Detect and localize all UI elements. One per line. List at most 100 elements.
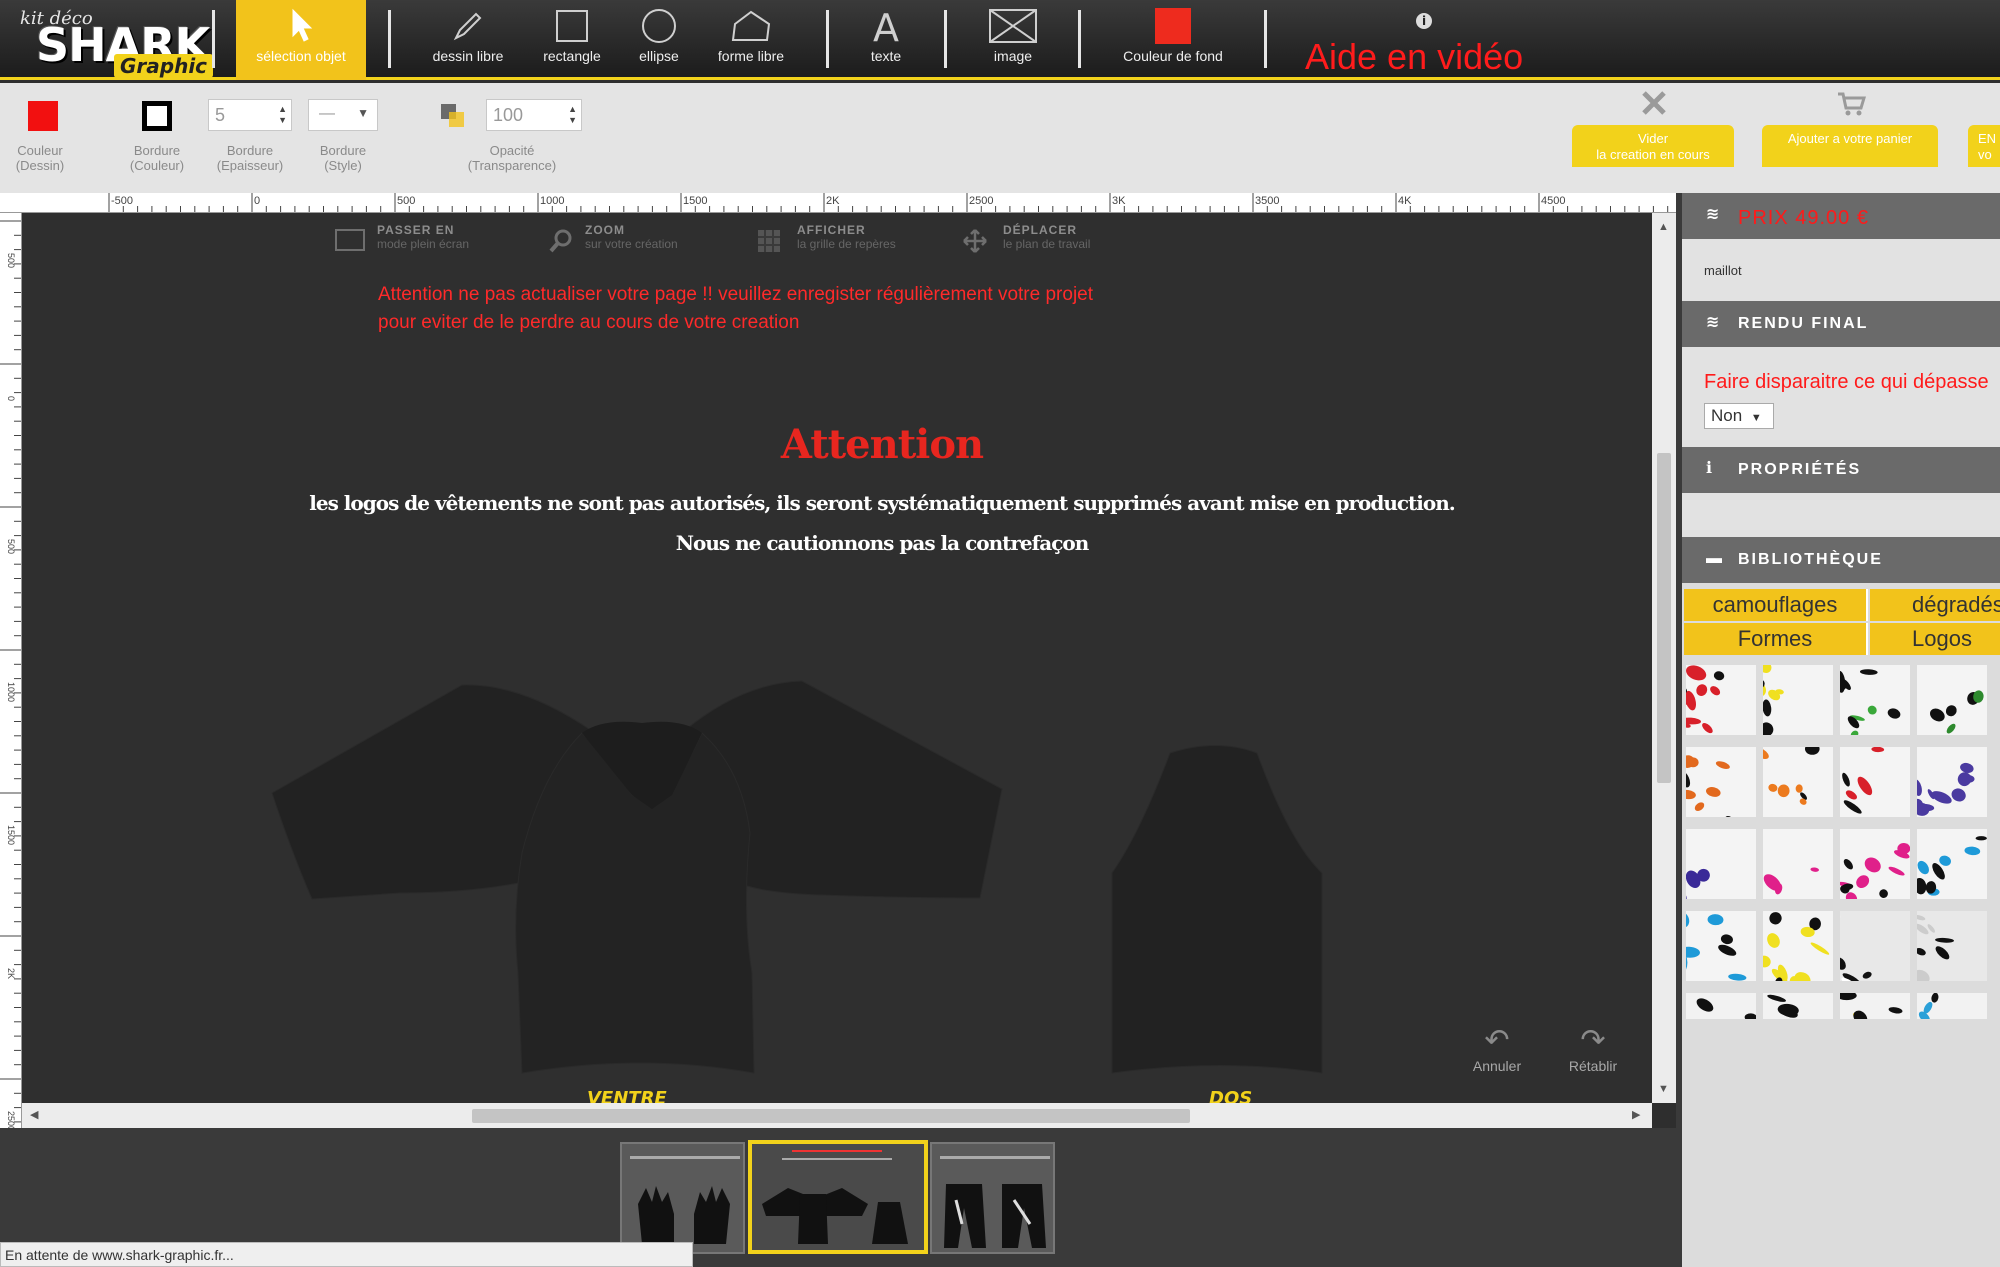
ruler-label: 500 [397,195,415,207]
library-tab-shapes[interactable]: Formes [1684,623,1868,655]
tool-ellipse[interactable]: ellipse [624,0,694,80]
spinner-arrows-icon[interactable]: ▲ ▼ [278,104,287,126]
library-tab-gradients[interactable]: dégradés [1870,589,2000,621]
opacity-input[interactable]: 100 ▲ ▼ [486,99,582,131]
tool-background-color-label: Couleur de fond [1123,48,1223,64]
clear-creation-button[interactable]: Vider la creation en cours [1572,125,1734,167]
price-header: ≋ PRIX 49.00 € [1682,193,2000,239]
redo-button[interactable]: ↷ Rétablir [1558,1023,1628,1074]
properties-title: PROPRIÉTÉS [1738,461,1862,478]
properties-bar: Couleur (Dessin) Bordure (Couleur) 5 ▲ ▼ … [0,83,2000,193]
camouflage-swatch[interactable] [1686,829,1756,899]
thumbnail-gloves[interactable] [620,1142,745,1254]
ruler-label: 0 [254,195,260,207]
tool-select-object[interactable]: sélection objet [236,0,366,80]
rectangle-icon [556,10,588,42]
jersey-preview [762,1150,908,1244]
properties-header[interactable]: ℹ PROPRIÉTÉS [1682,447,2000,493]
help-video-link[interactable]: Aide en vidéo [1305,36,1523,78]
toolbar-divider [944,10,947,68]
ruler-label: 1500 [683,195,707,207]
camouflage-swatch[interactable] [1763,829,1833,899]
horizontal-scroll-thumb[interactable] [472,1109,1190,1123]
camouflage-swatch[interactable] [1917,911,1987,981]
spinner-arrows-icon[interactable]: ▲ ▼ [568,104,577,126]
draw-color-swatch[interactable] [28,101,58,131]
draw-color-label: Couleur (Dessin) [8,143,72,173]
border-thickness-label-line1: Bordure [226,143,274,158]
cart-icon [1838,92,1866,116]
horizontal-scrollbar[interactable]: ◀ ▶ [22,1103,1652,1128]
ruler-label: 2500 [6,1111,16,1128]
camouflage-swatch[interactable] [1840,665,1910,735]
ruler-label: 2500 [969,195,993,207]
camouflage-swatch[interactable] [1840,747,1910,817]
polygon-icon [731,10,771,41]
camouflage-swatch[interactable] [1917,665,1987,735]
tool-freeform[interactable]: forme libre [706,0,796,80]
camouflage-swatch[interactable] [1763,665,1833,735]
undo-button[interactable]: ↶ Annuler [1462,1023,1532,1074]
camouflage-swatch[interactable] [1917,829,1987,899]
thumbnail-pants[interactable] [930,1142,1055,1254]
border-color-swatch[interactable] [142,101,172,131]
border-color-label-line2: (Couleur) [129,158,185,173]
library-tab-camouflages[interactable]: camouflages [1684,589,1868,621]
back-body[interactable] [1111,745,1323,1074]
tool-freehand-label: dessin libre [432,48,504,64]
border-color-label-line1: Bordure [133,143,181,158]
tool-image[interactable]: image [975,0,1051,80]
camouflage-swatch[interactable] [1763,747,1833,817]
tool-freehand[interactable]: dessin libre [420,0,516,80]
vertical-scroll-thumb[interactable] [1657,453,1671,783]
main-toolbar: kit déco SHARK Graphic sélection objet d… [0,0,2000,80]
tool-select-label: sélection objet [256,48,346,64]
thumbnail-jersey[interactable] [748,1140,928,1254]
tool-text[interactable]: A texte [856,0,916,80]
scroll-down-icon[interactable]: ▼ [1658,1083,1669,1095]
tool-background-color[interactable]: Couleur de fond [1108,0,1238,80]
camouflage-swatch[interactable] [1763,911,1833,981]
save-button[interactable]: EN vo [1968,125,2000,167]
border-thickness-input[interactable]: 5 ▲ ▼ [208,99,292,131]
final-render-header[interactable]: ≋ RENDU FINAL [1682,301,2000,347]
border-style-select[interactable]: — ▼ [308,99,378,131]
add-to-cart-button[interactable]: Ajouter a votre panier [1762,125,1938,167]
draw-color-label-line2: (Dessin) [15,158,65,173]
camouflage-swatch[interactable] [1686,747,1756,817]
border-style-label: Bordure (Style) [308,143,378,173]
library-header[interactable]: ▬ BIBLIOTHÈQUE [1682,537,2000,583]
opacity-icon [441,104,464,127]
camouflage-swatch[interactable] [1686,911,1756,981]
camouflage-swatch[interactable] [1686,993,1756,1019]
final-render-section: Faire disparaitre ce qui dépasse [1682,347,2000,447]
image-icon [989,9,1037,43]
camouflage-swatch[interactable] [1686,665,1756,735]
overflow-select[interactable]: Non ▼ [1704,403,1774,429]
camouflage-swatch[interactable] [1840,829,1910,899]
camouflage-swatch[interactable] [1917,993,1987,1019]
shark-graphic-logo[interactable]: kit déco SHARK Graphic [14,6,214,78]
design-canvas[interactable]: PASSER EN mode plein écran ZOOM sur votr… [22,213,1652,1103]
camouflage-swatch[interactable] [1840,993,1910,1019]
ruler-label: 500 [6,253,16,268]
chevron-down-icon: ▼ [1750,412,1762,424]
library-tab-logos[interactable]: Logos [1870,623,2000,655]
tool-rectangle[interactable]: rectangle [530,0,614,80]
camouflage-swatch[interactable] [1763,993,1833,1019]
scroll-left-icon[interactable]: ◀ [30,1108,38,1121]
info-icon[interactable]: i [1416,13,1432,29]
camouflage-swatch[interactable] [1917,747,1987,817]
scroll-right-icon[interactable]: ▶ [1632,1108,1640,1121]
right-sidebar: ≋ PRIX 49.00 € maillot ≋ RENDU FINAL Fai… [1682,193,2000,1267]
product-section: maillot [1682,239,2000,301]
folder-icon: ▬ [1706,550,1724,567]
scroll-up-icon[interactable]: ▲ [1658,221,1669,233]
close-icon [1642,91,1666,115]
camouflage-swatch[interactable] [1840,911,1910,981]
redo-label: Rétablir [1568,1058,1618,1074]
vertical-scrollbar[interactable]: ▲ ▼ [1652,213,1676,1103]
ruler-label: 3500 [1255,195,1279,207]
opacity-label: Opacité (Transparence) [458,143,566,173]
status-bar: En attente de www.shark-graphic.fr... [0,1242,693,1267]
